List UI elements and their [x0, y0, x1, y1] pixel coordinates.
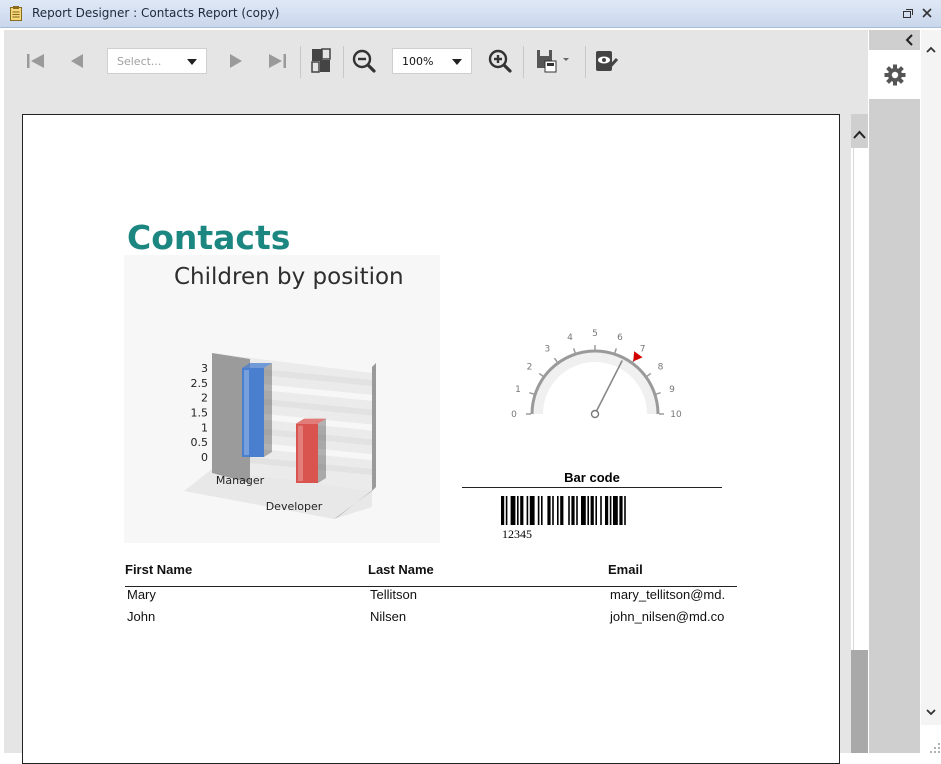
chevron-up-icon — [853, 130, 866, 139]
table-cell-email: mary_tellitson@md. — [610, 587, 726, 602]
settings-tab[interactable] — [869, 50, 920, 99]
window-title: Report Designer : Contacts Report (copy) — [32, 6, 280, 20]
chart-y-tick-label: 0 — [201, 451, 208, 464]
bar-chart: 3 2.5 2 1.5 1 0.5 0 Manager Developer — [124, 255, 440, 543]
chart-bar — [296, 418, 326, 483]
first-page-button[interactable] — [20, 45, 52, 77]
table-cell-first-name: John — [127, 609, 156, 624]
last-page-icon — [269, 54, 286, 68]
chart-canvas: 3 2.5 2 1.51 0.5 0 ManagerDeveloper — [184, 353, 376, 519]
single-page-icon — [311, 48, 331, 73]
gauge-tick — [529, 391, 535, 395]
gauge-tick-label: 4 — [567, 333, 573, 343]
first-page-icon — [27, 54, 44, 68]
settings-gear-icon — [884, 64, 906, 86]
chart-side-edge — [372, 363, 376, 491]
edit-report-button[interactable] — [590, 45, 622, 77]
next-page-icon — [230, 54, 242, 68]
chart-y-axis: 3 2.5 2 1.51 0.5 0 — [191, 353, 250, 483]
edit-report-icon — [596, 51, 619, 72]
table-cell-first-name: Mary — [127, 587, 156, 602]
table-cell-email: john_nilsen@md.co — [610, 609, 725, 624]
toolbar-divider — [585, 46, 586, 78]
gauge-tick-label: 0 — [511, 410, 517, 420]
gauge-tick — [646, 372, 652, 377]
chart-y-tick-label: 2 — [201, 392, 208, 405]
toolbar-divider — [343, 46, 344, 78]
page-select-placeholder: Select... — [117, 55, 162, 68]
chevron-down-icon — [452, 59, 462, 65]
zoom-out-icon — [352, 49, 376, 73]
chart-x-tick-label: Developer — [266, 500, 323, 513]
gauge-tick-label: 10 — [670, 410, 682, 420]
save-icon — [537, 50, 569, 73]
chart-y-tick-label: 1 — [201, 421, 208, 434]
close-window-icon[interactable] — [920, 6, 934, 20]
column-header-first-name: First Name — [125, 562, 193, 577]
chevron-down-icon — [187, 59, 197, 65]
chart-y-tick-label: 2.5 — [191, 377, 209, 390]
zoom-in-icon — [488, 49, 512, 73]
side-panel — [869, 30, 920, 753]
gauge-tick — [614, 348, 618, 354]
save-menu-button[interactable] — [532, 45, 572, 77]
gauge-tick-label: 5 — [592, 329, 598, 339]
gauge-band — [532, 351, 658, 414]
chart-y-tick-label: 1.5 — [191, 407, 209, 420]
collapse-panel-button[interactable] — [900, 31, 920, 49]
report-title: Contacts — [127, 218, 291, 257]
gauge-widget: 0 1 2 3 4 5 6 7 8 9 10 — [511, 329, 682, 420]
gauge-hub — [590, 409, 600, 419]
window-vertical-scrollbar[interactable] — [921, 30, 941, 725]
chevron-up-icon[interactable] — [925, 44, 937, 56]
gauge-tick-label: 3 — [545, 344, 551, 354]
gauge-tick — [572, 348, 576, 354]
barcode-image — [501, 496, 626, 525]
gauge-tick — [655, 391, 661, 395]
gauge-tick — [553, 357, 558, 363]
gauge-tick-label: 1 — [515, 385, 521, 395]
gauge-tick-label: 7 — [640, 344, 646, 354]
chart-y-tick-label: 3 — [201, 362, 208, 375]
zoom-in-button[interactable] — [484, 45, 516, 77]
chart-y-tick-label: 0.5 — [191, 436, 209, 449]
barcode-underline — [462, 487, 722, 488]
collapse-chevron-icon — [905, 34, 913, 46]
gauge-tick-label: 8 — [658, 362, 664, 372]
gauge-tick-label: 2 — [527, 362, 533, 372]
scroll-track[interactable] — [851, 650, 868, 753]
zoom-level-value: 100% — [402, 55, 434, 68]
page-select-dropdown[interactable]: Select... — [107, 48, 207, 74]
chevron-down-icon[interactable] — [925, 706, 937, 718]
zoom-out-button[interactable] — [348, 45, 380, 77]
resize-grip-icon[interactable] — [929, 741, 941, 753]
table-cell-last-name: Tellitson — [370, 587, 417, 602]
gauge-needle — [594, 360, 623, 415]
barcode-value: 12345 — [502, 527, 532, 541]
scroll-up-button[interactable] — [851, 114, 868, 148]
window-title-bar: Report Designer : Contacts Report (copy) — [0, 0, 941, 28]
gauge-dial: 0 1 2 3 4 5 6 7 8 9 10 — [511, 329, 682, 420]
column-header-email: Email — [608, 562, 643, 577]
report-document-icon — [10, 6, 22, 21]
toolbar-divider — [523, 46, 524, 78]
prev-page-button[interactable] — [61, 45, 93, 77]
barcode-label: Bar code — [564, 470, 620, 485]
prev-page-icon — [71, 54, 83, 68]
zoom-level-dropdown[interactable]: 100% — [392, 48, 472, 74]
last-page-button[interactable] — [261, 45, 293, 77]
chart-title: Children by position — [174, 264, 404, 290]
scroll-thumb[interactable] — [853, 148, 869, 650]
gauge-tick-label: 6 — [617, 333, 623, 343]
chart-bar — [242, 363, 272, 457]
next-page-button[interactable] — [220, 45, 252, 77]
chart-x-tick-label: Manager — [216, 474, 265, 487]
gauge-tick-label: 9 — [669, 385, 675, 395]
restore-window-icon[interactable] — [901, 6, 915, 20]
column-header-last-name: Last Name — [368, 562, 434, 577]
page-view-button[interactable] — [305, 45, 337, 77]
gauge-tick — [538, 372, 544, 377]
table-cell-last-name: Nilsen — [370, 609, 407, 624]
toolbar-divider — [300, 46, 301, 78]
